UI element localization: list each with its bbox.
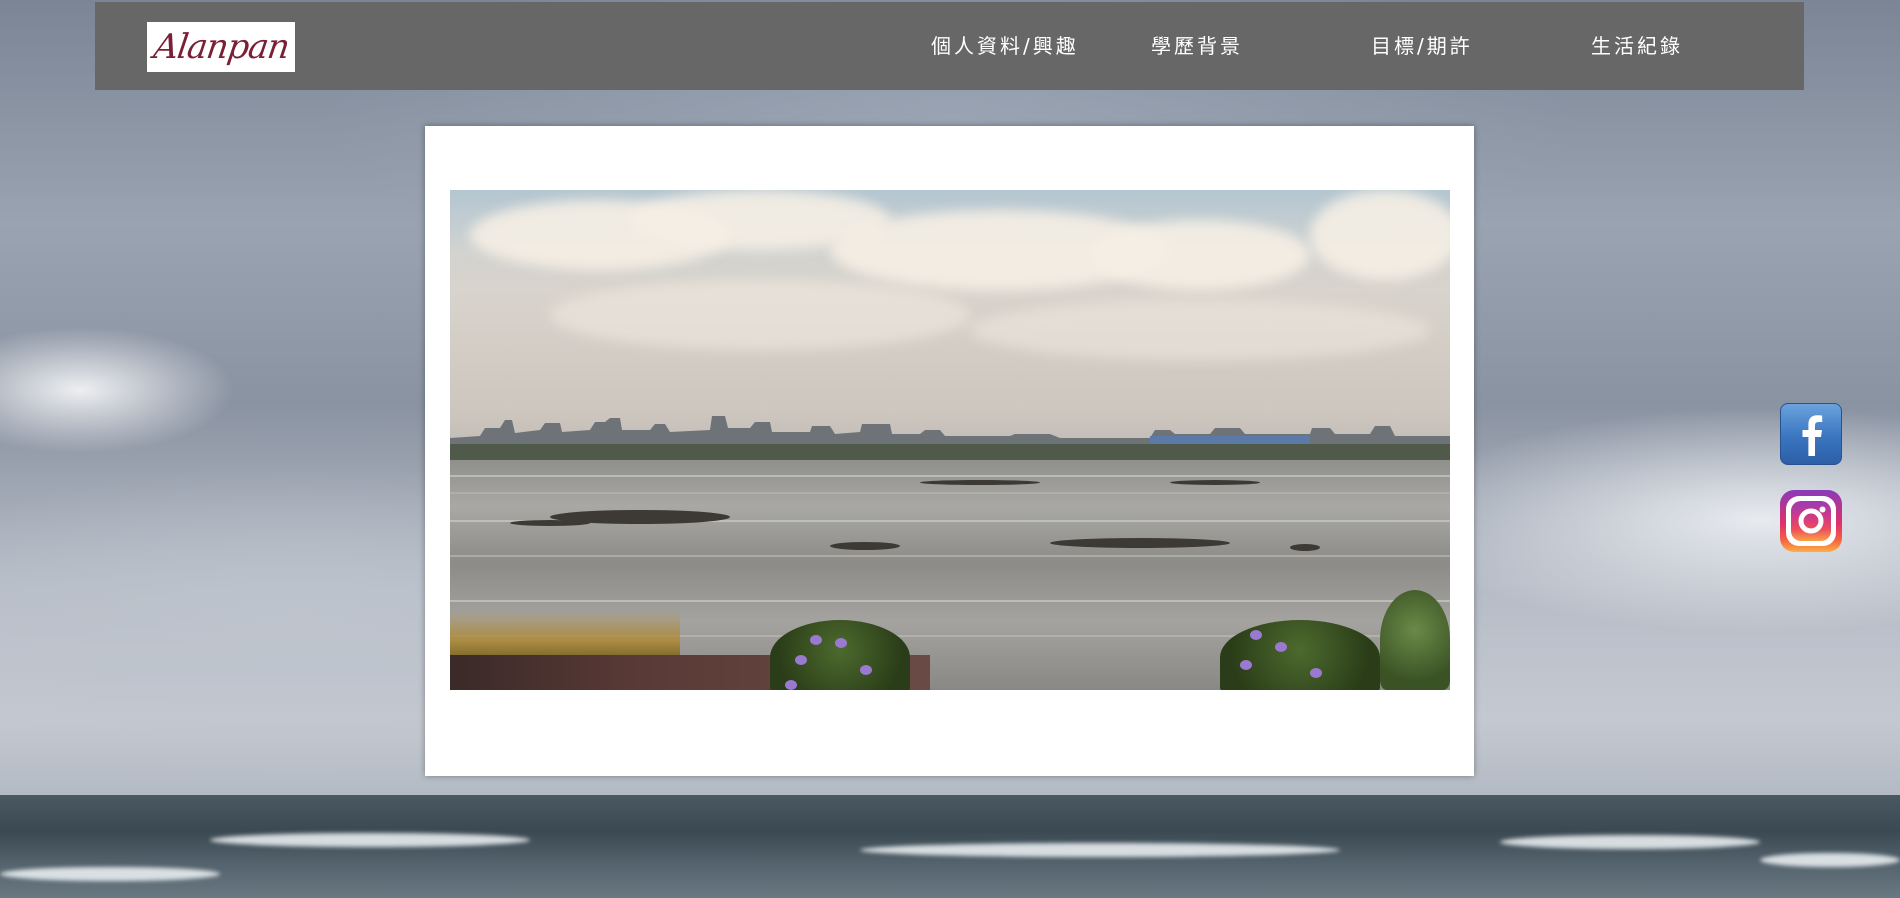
logo-text: Alanpan xyxy=(150,27,292,67)
site-logo[interactable]: Alanpan xyxy=(147,22,295,72)
site-header: Alanpan 個人資料/興趣 學歷背景 目標/期許 生活紀錄 xyxy=(95,2,1804,90)
page-background: Alanpan 個人資料/興趣 學歷背景 目標/期許 生活紀錄 xyxy=(0,0,1900,898)
instagram-icon[interactable] xyxy=(1780,490,1842,552)
wave xyxy=(1500,835,1760,849)
coastal-photo[interactable] xyxy=(450,190,1450,690)
nav-item-life-log[interactable]: 生活紀錄 xyxy=(1591,30,1683,59)
flower-bush xyxy=(1220,620,1380,690)
nav-item-education[interactable]: 學歷背景 xyxy=(1151,30,1243,59)
nav-item-profile-interests[interactable]: 個人資料/興趣 xyxy=(931,30,1079,59)
facebook-icon[interactable] xyxy=(1780,403,1842,465)
wave xyxy=(1760,853,1900,867)
content-card xyxy=(425,126,1474,776)
grass xyxy=(450,610,680,660)
city-skyline xyxy=(450,416,1450,463)
wave xyxy=(0,867,220,881)
nav-item-goals[interactable]: 目標/期許 xyxy=(1371,30,1473,59)
wave xyxy=(860,843,1340,857)
background-sea xyxy=(0,795,1900,898)
wave xyxy=(210,833,530,847)
grass-tuft xyxy=(1380,590,1450,690)
